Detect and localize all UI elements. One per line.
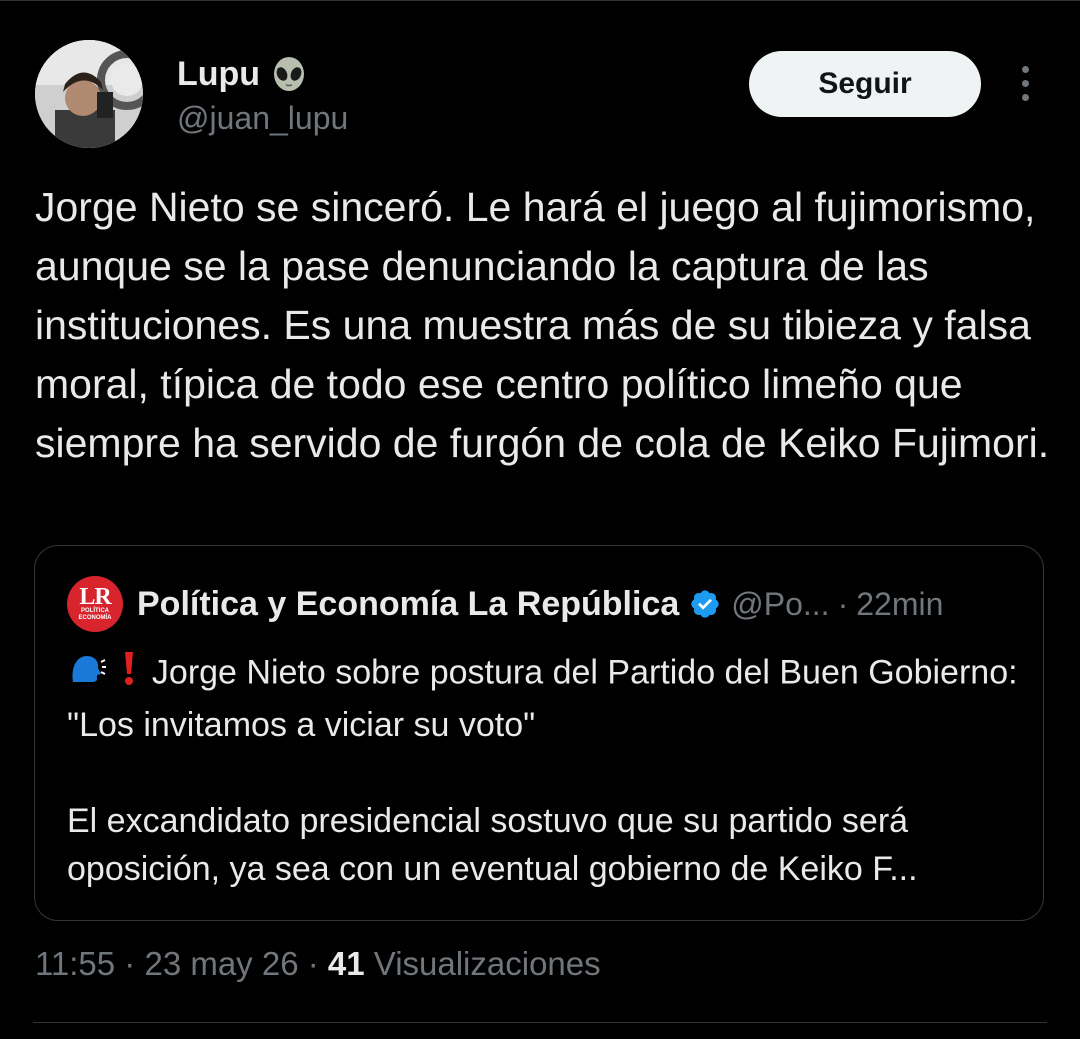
logo-initials: LR [79, 584, 111, 610]
display-name[interactable]: Lupu [177, 55, 260, 94]
quoted-tweet[interactable]: LR POLÍTICA ECONOMÍA Política y Economía… [34, 545, 1044, 921]
views-count: 41 [327, 945, 365, 982]
views-label: Visualizaciones [364, 945, 601, 982]
logo-subtitle-1: POLÍTICA [81, 608, 109, 614]
speaking-head-icon [67, 648, 107, 701]
more-vertical-icon[interactable] [1013, 66, 1037, 106]
quoted-tweet-header: LR POLÍTICA ECONOMÍA Política y Economía… [67, 576, 943, 632]
logo-subtitle-2: ECONOMÍA [78, 615, 112, 621]
follow-button[interactable]: Seguir [749, 51, 981, 117]
tweet-meta: 11:55 · 23 may 26 · 41 Visualizaciones [35, 945, 601, 983]
verified-badge-icon [689, 588, 721, 620]
tweet-time[interactable]: 11:55 [35, 945, 115, 982]
alien-icon [270, 55, 308, 93]
author-info: Lupu @juan_lupu [177, 50, 348, 137]
quoted-body-text: El excandidato presidencial sostuvo que … [67, 802, 918, 888]
tweet-text: Jorge Nieto se sinceró. Le hará el juego… [35, 184, 1050, 466]
bottom-divider [33, 1022, 1047, 1023]
meta-separator: · [298, 945, 328, 982]
quoted-tweet-body: Jorge Nieto sobre postura del Partido de… [67, 648, 1027, 893]
tweet-header: Lupu @juan_lupu Seguir [35, 40, 1045, 150]
quoted-separator: · [837, 585, 849, 622]
quoted-handle[interactable]: @Po... [731, 586, 829, 623]
quoted-display-name[interactable]: Política y Economía La República [137, 585, 679, 624]
tweet-date[interactable]: 23 may 26 [144, 945, 298, 982]
quoted-timestamp[interactable]: 22min [856, 586, 943, 623]
exclamation-icon [116, 648, 142, 701]
meta-separator: · [115, 945, 145, 982]
avatar[interactable] [35, 40, 143, 148]
quoted-headline: Jorge Nieto sobre postura del Partido de… [67, 653, 1018, 744]
top-divider [0, 0, 1080, 1]
quoted-avatar[interactable]: LR POLÍTICA ECONOMÍA [67, 576, 123, 632]
quoted-headline-paragraph: Jorge Nieto sobre postura del Partido de… [67, 648, 1027, 749]
author-handle[interactable]: @juan_lupu [177, 100, 348, 137]
